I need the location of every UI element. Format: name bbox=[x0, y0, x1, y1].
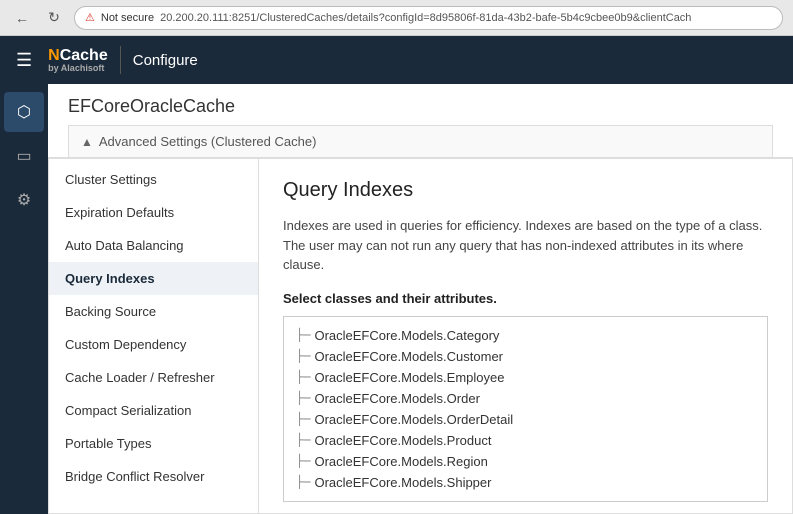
tree-item-label: OracleEFCore.Models.Customer bbox=[314, 349, 503, 364]
tree-item[interactable]: ├─ OracleEFCore.Models.Shipper bbox=[296, 472, 755, 493]
collapse-icon[interactable]: ▲ bbox=[81, 135, 93, 149]
tree-item[interactable]: ├─ OracleEFCore.Models.Region bbox=[296, 451, 755, 472]
tree-item-label: OracleEFCore.Models.Employee bbox=[314, 370, 504, 385]
section-title: Query Indexes bbox=[283, 179, 768, 202]
select-label: Select classes and their attributes. bbox=[283, 291, 768, 306]
nav-item-compact-serialization[interactable]: Compact Serialization bbox=[49, 394, 258, 427]
tree-item[interactable]: ├─ OracleEFCore.Models.Employee bbox=[296, 367, 755, 388]
header-title: Configure bbox=[133, 52, 198, 69]
back-button[interactable]: ← bbox=[10, 6, 34, 30]
tree-item[interactable]: ├─ OracleEFCore.Models.Product bbox=[296, 430, 755, 451]
tree-connector-icon: ├─ bbox=[296, 349, 310, 363]
reload-button[interactable]: ↻ bbox=[42, 6, 66, 30]
nav-item-custom-dependency[interactable]: Custom Dependency bbox=[49, 328, 258, 361]
tree-connector-icon: ├─ bbox=[296, 328, 310, 342]
advanced-settings-label: Advanced Settings (Clustered Cache) bbox=[99, 134, 317, 149]
tree-connector-icon: ├─ bbox=[296, 412, 310, 426]
tree-item[interactable]: ├─ OracleEFCore.Models.Category bbox=[296, 325, 755, 346]
logo-sub-text: by Alachisoft bbox=[48, 63, 108, 73]
advanced-settings-bar: ▲ Advanced Settings (Clustered Cache) bbox=[68, 125, 773, 157]
not-secure-label: Not secure bbox=[101, 12, 154, 24]
tree-connector-icon: ├─ bbox=[296, 454, 310, 468]
nav-item-backing-source[interactable]: Backing Source bbox=[49, 295, 258, 328]
sidebar-monitor-btn[interactable]: ▭ bbox=[4, 136, 44, 176]
nav-item-cache-loader[interactable]: Cache Loader / Refresher bbox=[49, 361, 258, 394]
main-layout: ⬡ ▭ ⚙ EFCoreOracleCache ▲ Advanced Setti… bbox=[0, 84, 793, 514]
tree-item[interactable]: ├─ OracleEFCore.Models.Order bbox=[296, 388, 755, 409]
tree-item-label: OracleEFCore.Models.Product bbox=[314, 433, 491, 448]
sidebar-topology-btn[interactable]: ⬡ bbox=[4, 92, 44, 132]
hamburger-button[interactable]: ☰ bbox=[12, 46, 36, 75]
tree-item-label: OracleEFCore.Models.Order bbox=[314, 391, 479, 406]
tree-item-label: OracleEFCore.Models.Region bbox=[314, 454, 487, 469]
not-secure-icon: ⚠ bbox=[85, 11, 95, 24]
page-header: EFCoreOracleCache ▲ Advanced Settings (C… bbox=[48, 84, 793, 158]
page-title: EFCoreOracleCache bbox=[68, 96, 773, 117]
app-header: ☰ NCache by Alachisoft Configure bbox=[0, 36, 793, 84]
nav-item-auto-data-balancing[interactable]: Auto Data Balancing bbox=[49, 229, 258, 262]
content-area: EFCoreOracleCache ▲ Advanced Settings (C… bbox=[48, 84, 793, 514]
nav-item-portable-types[interactable]: Portable Types bbox=[49, 427, 258, 460]
sidebar-tools-btn[interactable]: ⚙ bbox=[4, 180, 44, 220]
tree-connector-icon: ├─ bbox=[296, 370, 310, 384]
tree-item[interactable]: ├─ OracleEFCore.Models.OrderDetail bbox=[296, 409, 755, 430]
tree-connector-icon: ├─ bbox=[296, 391, 310, 405]
nav-item-query-indexes[interactable]: Query Indexes bbox=[49, 262, 258, 295]
tree-connector-icon: ├─ bbox=[296, 475, 310, 489]
tree-item-label: OracleEFCore.Models.Category bbox=[314, 328, 499, 343]
left-nav: Cluster SettingsExpiration DefaultsAuto … bbox=[49, 159, 259, 513]
header-divider bbox=[120, 46, 121, 74]
nav-item-bridge-conflict[interactable]: Bridge Conflict Resolver bbox=[49, 460, 258, 493]
address-text: 20.200.20.111:8251/ClusteredCaches/detai… bbox=[160, 12, 691, 24]
tree-item-label: OracleEFCore.Models.Shipper bbox=[314, 475, 491, 490]
nav-item-cluster-settings[interactable]: Cluster Settings bbox=[49, 163, 258, 196]
browser-bar: ← ↻ ⚠ Not secure 20.200.20.111:8251/Clus… bbox=[0, 0, 793, 36]
tree-item[interactable]: ├─ OracleEFCore.Models.Customer bbox=[296, 346, 755, 367]
logo-area: NCache by Alachisoft bbox=[48, 47, 108, 73]
tree-connector-icon: ├─ bbox=[296, 433, 310, 447]
tree-item-label: OracleEFCore.Models.OrderDetail bbox=[314, 412, 513, 427]
description-text: Indexes are used in queries for efficien… bbox=[283, 216, 768, 275]
tree-container: ├─ OracleEFCore.Models.Category ├─ OracleEF… bbox=[283, 316, 768, 502]
address-bar[interactable]: ⚠ Not secure 20.200.20.111:8251/Clustere… bbox=[74, 6, 783, 30]
right-content: Query Indexes Indexes are used in querie… bbox=[259, 159, 792, 513]
logo: NCache by Alachisoft bbox=[48, 47, 108, 73]
logo-cache-text: Cache bbox=[60, 47, 108, 64]
two-col-layout: Cluster SettingsExpiration DefaultsAuto … bbox=[48, 158, 793, 514]
icon-sidebar: ⬡ ▭ ⚙ bbox=[0, 84, 48, 514]
logo-n-text: N bbox=[48, 47, 60, 64]
nav-item-expiration-defaults[interactable]: Expiration Defaults bbox=[49, 196, 258, 229]
